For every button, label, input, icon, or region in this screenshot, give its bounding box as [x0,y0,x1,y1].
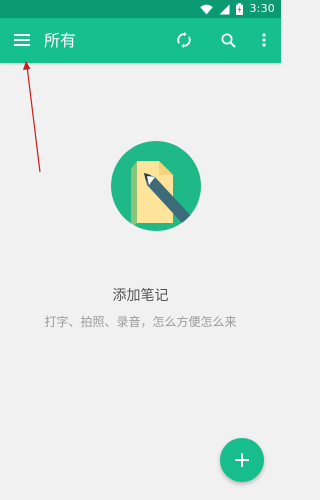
search-icon [221,33,236,48]
signal-icon [219,4,230,14]
plus-icon [235,453,249,467]
more-vert-icon [262,33,266,47]
note-illustration [111,141,201,231]
battery-icon [236,3,244,15]
status-bar: 3:30 [0,0,281,18]
wifi-icon [200,4,214,14]
search-button[interactable] [216,28,240,52]
note-pencil-icon [111,141,201,231]
empty-state-title: 添加笔记 [112,288,169,304]
notes-screen: 3:30 所有 添加笔记 打字、拍照、录音，怎么方便怎么来 [0,0,281,500]
menu-button[interactable] [10,28,34,52]
more-options-button[interactable] [252,28,276,52]
sync-icon [177,32,191,48]
status-time: 3:30 [249,2,275,15]
empty-state-subtitle: 打字、拍照、录音，怎么方便怎么来 [44,315,237,329]
toolbar: 所有 [0,18,281,63]
annotation-arrow-icon [23,61,41,173]
add-note-button[interactable] [220,438,264,482]
status-icons: 3:30 [200,1,275,17]
menu-icon [14,34,30,46]
page-title: 所有 [44,31,77,50]
sync-button[interactable] [172,28,196,52]
